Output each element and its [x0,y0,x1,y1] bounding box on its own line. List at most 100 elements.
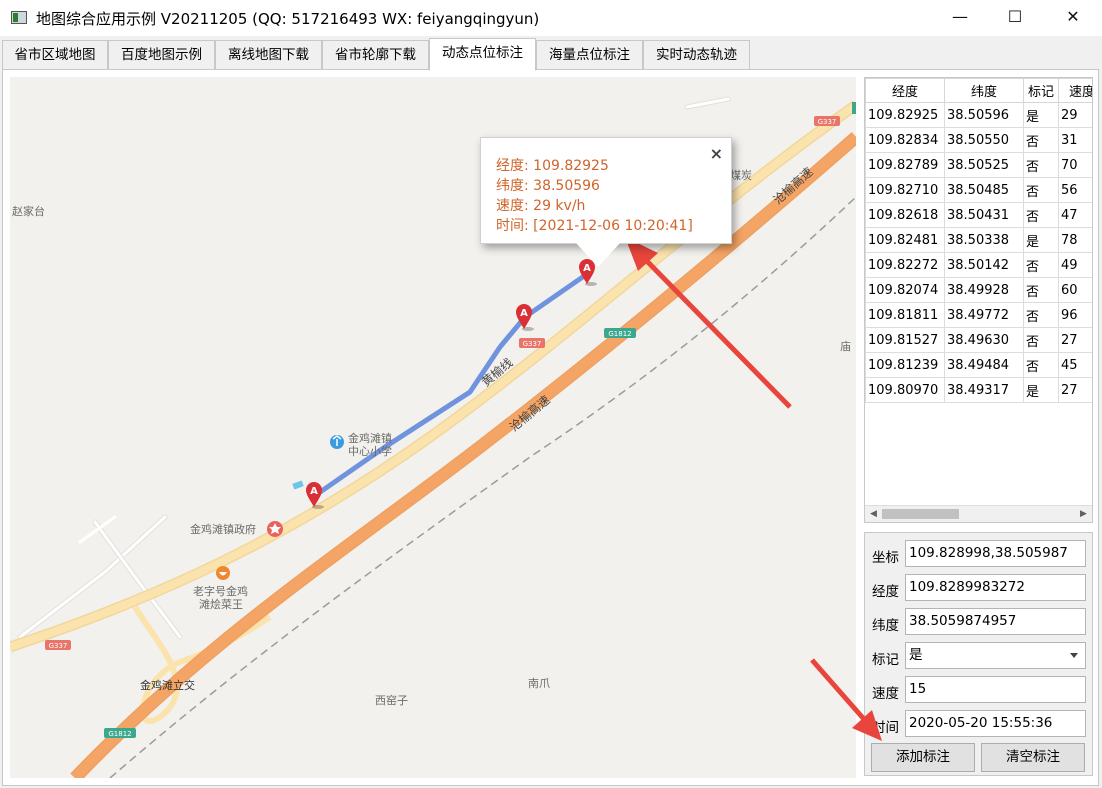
minimize-button[interactable]: — [937,0,983,36]
label-town-government: 金鸡滩镇政府 [190,522,256,536]
header-latitude[interactable]: 纬度 [944,78,1024,103]
tab-mass-point-marking[interactable]: 海量点位标注 [536,40,643,70]
table-row[interactable]: 109.82834 38.50550 否 31 [865,127,1092,153]
time-label: 时间 [872,720,899,736]
cell-speed[interactable]: 78 [1058,227,1092,253]
cell-mark[interactable]: 否 [1023,202,1059,228]
cell-lat[interactable]: 38.49772 [944,302,1024,328]
header-longitude[interactable]: 经度 [865,78,945,103]
cell-lng[interactable]: 109.81239 [865,352,945,378]
speed-field[interactable]: 15 [905,676,1086,703]
cell-mark[interactable]: 否 [1023,302,1059,328]
clear-markers-button[interactable]: 清空标注 [981,743,1085,772]
cell-mark[interactable]: 否 [1023,327,1059,353]
cell-lng[interactable]: 109.82710 [865,177,945,203]
cell-mark[interactable]: 否 [1023,152,1059,178]
cell-mark[interactable]: 是 [1023,102,1059,128]
cell-lng[interactable]: 109.82618 [865,202,945,228]
table-row[interactable]: 109.80970 38.49317 是 27 [865,377,1092,403]
cell-mark[interactable]: 是 [1023,227,1059,253]
cell-lng[interactable]: 109.80970 [865,377,945,403]
cell-speed[interactable]: 60 [1058,277,1092,303]
cell-lng[interactable]: 109.82074 [865,277,945,303]
label-restaurant-line1: 老字号金鸡 [193,584,248,598]
table-row[interactable]: 109.81811 38.49772 否 96 [865,302,1092,328]
cell-mark[interactable]: 否 [1023,277,1059,303]
cell-mark[interactable]: 是 [1023,377,1059,403]
cell-mark[interactable]: 否 [1023,252,1059,278]
cell-mark[interactable]: 否 [1023,352,1059,378]
maximize-button[interactable]: ☐ [992,0,1038,36]
government-icon [267,521,283,537]
cell-lng[interactable]: 109.81527 [865,327,945,353]
cell-lng[interactable]: 109.82481 [865,227,945,253]
point-table[interactable]: 经度 纬度 标记 速度 109.82925 38.50596 是 29 109.828… [864,77,1093,523]
cell-speed[interactable]: 27 [1058,327,1092,353]
time-field[interactable]: 2020-05-20 15:55:36 [905,710,1086,737]
cell-speed[interactable]: 47 [1058,202,1092,228]
app-window: 地图综合应用示例 V20211205 (QQ: 517216493 WX: fe… [0,0,1102,788]
table-row[interactable]: 109.81527 38.49630 否 27 [865,327,1092,353]
cell-speed[interactable]: 29 [1058,102,1092,128]
cell-speed[interactable]: 56 [1058,177,1092,203]
cell-lng[interactable]: 109.81811 [865,302,945,328]
cell-speed[interactable]: 31 [1058,127,1092,153]
cell-speed[interactable]: 49 [1058,252,1092,278]
cell-lng[interactable]: 109.82272 [865,252,945,278]
coord-field[interactable]: 109.828998,38.505987 [905,540,1086,567]
header-speed[interactable]: 速度 [1058,78,1092,103]
lng-field[interactable]: 109.8289983272 [905,574,1086,601]
cell-lat[interactable]: 38.49630 [944,327,1024,353]
mark-select[interactable]: 是 [905,642,1086,669]
cell-lat[interactable]: 38.50142 [944,252,1024,278]
add-marker-button[interactable]: 添加标注 [871,743,975,772]
tab-dynamic-point-marking[interactable]: 动态点位标注 [429,38,536,71]
table-row[interactable]: 109.81239 38.49484 否 45 [865,352,1092,378]
cell-lat[interactable]: 38.50338 [944,227,1024,253]
close-button[interactable]: ✕ [1050,0,1096,36]
cell-lat[interactable]: 38.49928 [944,277,1024,303]
cell-lat[interactable]: 38.50485 [944,177,1024,203]
table-row[interactable]: 109.82789 38.50525 否 70 [865,152,1092,178]
cell-lat[interactable]: 38.50550 [944,127,1024,153]
tab-offline-map-download[interactable]: 离线地图下载 [215,40,322,70]
cell-speed[interactable]: 45 [1058,352,1092,378]
cell-lng[interactable]: 109.82789 [865,152,945,178]
header-mark[interactable]: 标记 [1023,78,1059,103]
table-row[interactable]: 109.82925 38.50596 是 29 [865,102,1092,128]
tab-outline-download[interactable]: 省市轮廓下载 [322,40,429,70]
svg-text:G1812: G1812 [608,330,631,338]
tab-province-area-map[interactable]: 省市区域地图 [2,40,108,70]
scroll-right-icon[interactable]: ▶ [1075,506,1092,522]
table-row[interactable]: 109.82481 38.50338 是 78 [865,227,1092,253]
shield-g337-top: G337 [814,116,840,126]
table-row[interactable]: 109.82710 38.50485 否 56 [865,177,1092,203]
label-xiyaozi: 西窑子 [375,693,408,707]
scroll-thumb[interactable] [882,509,959,519]
label-zhaojiatai: 赵家台 [12,204,45,218]
table-row[interactable]: 109.82272 38.50142 否 49 [865,252,1092,278]
cell-lat[interactable]: 38.50431 [944,202,1024,228]
cell-lat[interactable]: 38.49484 [944,352,1024,378]
cell-mark[interactable]: 否 [1023,127,1059,153]
cell-lng[interactable]: 109.82925 [865,102,945,128]
cell-speed[interactable]: 96 [1058,302,1092,328]
tab-realtime-track[interactable]: 实时动态轨迹 [643,40,750,70]
cell-speed[interactable]: 70 [1058,152,1092,178]
cell-mark[interactable]: 否 [1023,177,1059,203]
cell-speed[interactable]: 27 [1058,377,1092,403]
table-row[interactable]: 109.82074 38.49928 否 60 [865,277,1092,303]
svg-text:G337: G337 [523,340,542,348]
cell-lat[interactable]: 38.49317 [944,377,1024,403]
map-view[interactable]: G337 G337 G337 G1812 G1812 赵家台 煤炭 庙 金鸡滩镇… [10,77,856,778]
cell-lat[interactable]: 38.50596 [944,102,1024,128]
svg-text:A: A [310,486,318,497]
cell-lat[interactable]: 38.50525 [944,152,1024,178]
table-horizontal-scrollbar[interactable]: ◀ ▶ [865,505,1092,522]
popup-close-icon[interactable]: × [710,144,723,163]
table-row[interactable]: 109.82618 38.50431 否 47 [865,202,1092,228]
cell-lng[interactable]: 109.82834 [865,127,945,153]
lat-field[interactable]: 38.5059874957 [905,608,1086,635]
scroll-left-icon[interactable]: ◀ [865,506,882,522]
tab-baidu-map-demo[interactable]: 百度地图示例 [108,40,215,70]
